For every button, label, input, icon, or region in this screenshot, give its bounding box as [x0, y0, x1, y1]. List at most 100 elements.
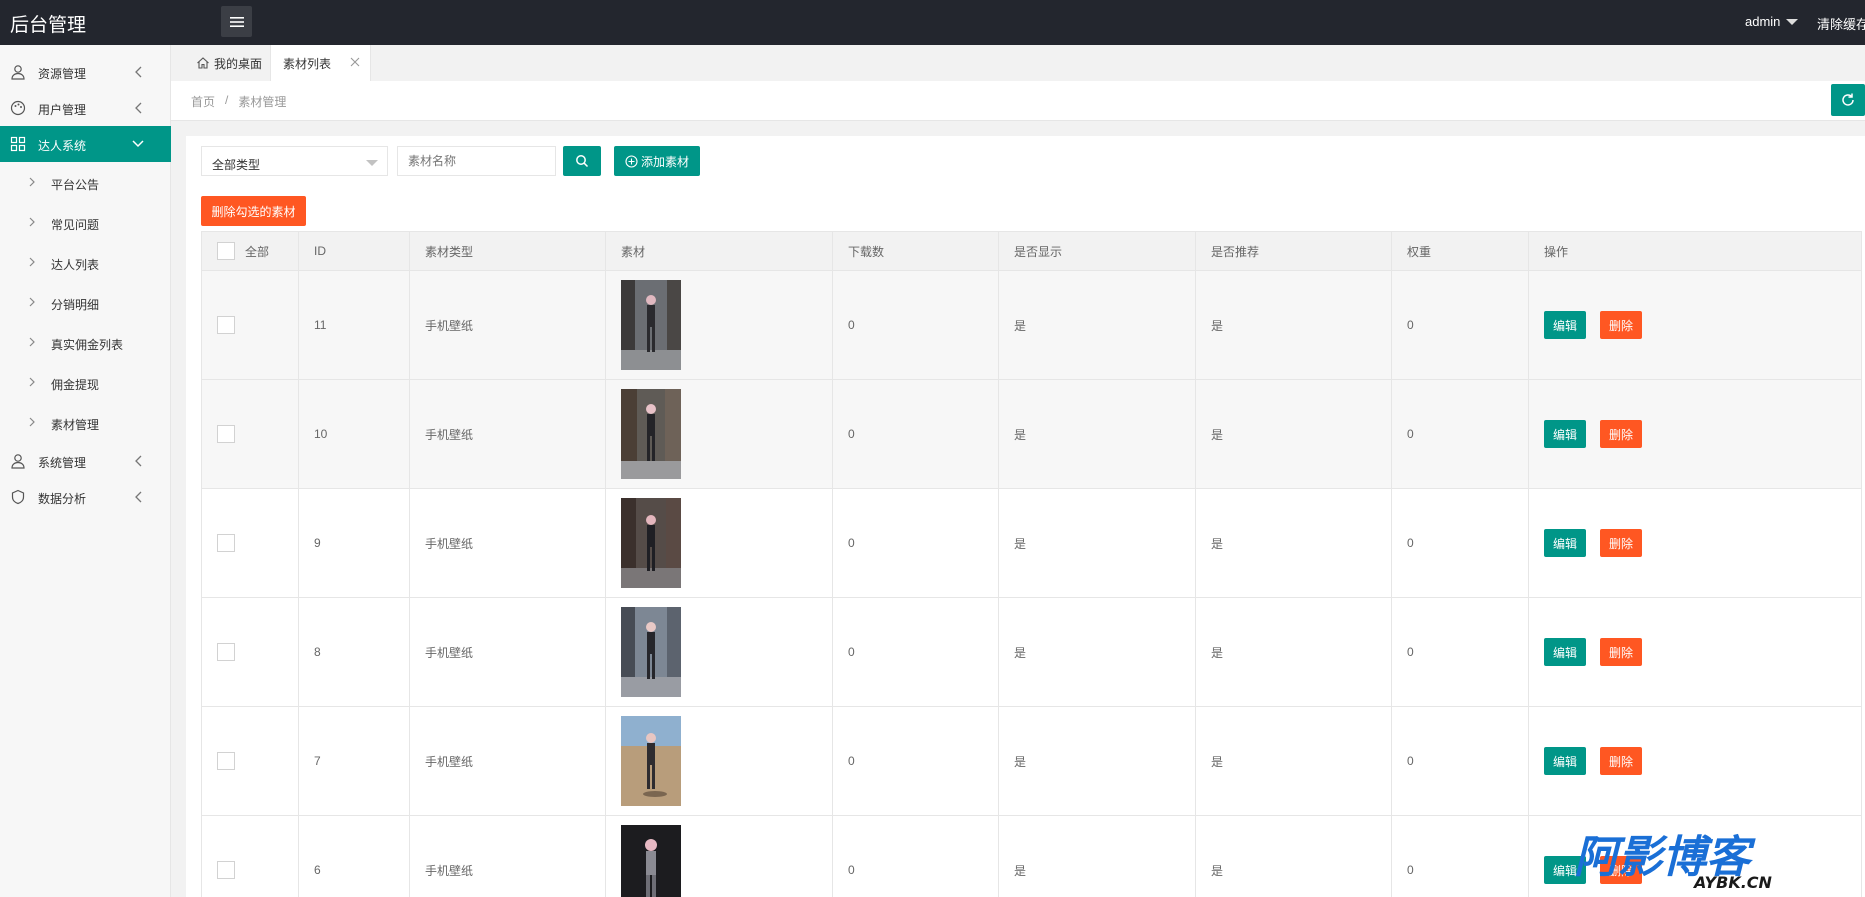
add-material-label: 添加素材 — [640, 154, 689, 169]
row-checkbox[interactable] — [217, 425, 235, 443]
delete-button[interactable]: 删除 — [1600, 311, 1643, 339]
sidebar-item-label: 数据分析 — [38, 492, 87, 506]
material-thumbnail[interactable] — [621, 389, 681, 479]
sidebar-subitem-distribution[interactable]: 分销明细 — [0, 285, 171, 321]
select-all-checkbox[interactable] — [217, 242, 235, 260]
cell-id: 9 — [298, 488, 410, 598]
user-icon — [11, 454, 25, 469]
material-name-input[interactable] — [397, 146, 556, 176]
sidebar-item-label: 资源管理 — [38, 67, 87, 81]
cell-show: 是 — [998, 270, 1196, 380]
app-title: 后台管理 — [10, 15, 87, 36]
table-row: 8 手机壁纸 0 是 是 0 编辑 删除 — [201, 597, 1862, 707]
sidebar-subitem-faq[interactable]: 常见问题 — [0, 205, 171, 241]
row-select-cell — [201, 270, 299, 380]
delete-button[interactable]: 删除 — [1600, 638, 1643, 666]
delete-button[interactable]: 删除 — [1600, 420, 1643, 448]
row-checkbox[interactable] — [217, 861, 235, 879]
refresh-button[interactable] — [1831, 84, 1865, 116]
breadcrumb-home[interactable]: 首页 — [191, 93, 215, 110]
search-icon — [576, 155, 589, 168]
cell-show: 是 — [998, 597, 1196, 707]
cell-downloads: 0 — [832, 597, 999, 707]
material-thumbnail[interactable] — [621, 498, 681, 588]
cell-type: 手机壁纸 — [409, 379, 606, 489]
cell-material — [605, 706, 833, 816]
sidebar-item-analytics[interactable]: 数据分析 — [0, 479, 171, 515]
edit-button[interactable]: 编辑 — [1544, 420, 1587, 448]
content-card: 全部类型 添加素材 删除勾选的素材 全部 ID 素材类型 素材 下载数 是否显示… — [186, 136, 1865, 897]
delete-button[interactable]: 删除 — [1600, 529, 1643, 557]
delete-button[interactable]: 删除 — [1600, 747, 1643, 775]
cell-weight: 0 — [1391, 488, 1529, 598]
sidebar-subitem-withdraw[interactable]: 佣金提现 — [0, 365, 171, 401]
edit-button[interactable]: 编辑 — [1544, 529, 1587, 557]
edit-button[interactable]: 编辑 — [1544, 638, 1587, 666]
top-header: 后台管理 admin 清除缓存 — [0, 0, 1865, 45]
sidebar-subitem-materials[interactable]: 素材管理 — [0, 405, 171, 441]
dropdown-arrow-icon — [366, 160, 378, 166]
sidebar-item-users[interactable]: 用户管理 — [0, 90, 171, 126]
clear-cache-link[interactable]: 清除缓存 — [1817, 14, 1865, 33]
cell-material — [605, 597, 833, 707]
materials-table: 全部 ID 素材类型 素材 下载数 是否显示 是否推荐 权重 操作 11 手机壁… — [201, 231, 1862, 897]
material-thumbnail[interactable] — [621, 825, 681, 897]
breadcrumb: 首页 / 素材管理 — [191, 93, 286, 110]
material-thumbnail[interactable] — [621, 280, 681, 370]
table-row: 7 手机壁纸 0 是 是 0 编辑 删除 — [201, 706, 1862, 816]
cell-show: 是 — [998, 815, 1196, 897]
cell-id: 7 — [298, 706, 410, 816]
row-checkbox[interactable] — [217, 316, 235, 334]
user-icon — [11, 65, 25, 80]
cell-actions: 编辑 删除 — [1528, 488, 1862, 598]
watermark-sub: AYBK.CN — [1692, 873, 1773, 892]
palette-icon — [10, 100, 26, 116]
cell-downloads: 0 — [832, 706, 999, 816]
table-row: 9 手机壁纸 0 是 是 0 编辑 删除 — [201, 488, 1862, 598]
user-menu[interactable]: admin — [1745, 14, 1799, 29]
cell-recommend: 是 — [1195, 488, 1392, 598]
chevron-right-icon — [29, 337, 35, 347]
cell-id: 8 — [298, 597, 410, 707]
cell-show: 是 — [998, 488, 1196, 598]
chevron-down-icon — [132, 140, 144, 148]
type-select[interactable]: 全部类型 — [201, 146, 388, 176]
header-show: 是否显示 — [998, 231, 1196, 271]
edit-button[interactable]: 编辑 — [1544, 311, 1587, 339]
home-icon — [197, 57, 209, 69]
sidebar-item-resource[interactable]: 资源管理 — [0, 54, 171, 90]
search-button[interactable] — [563, 146, 601, 176]
sidebar-subitem-commission-list[interactable]: 真实佣金列表 — [0, 325, 171, 361]
material-thumbnail[interactable] — [621, 607, 681, 697]
delete-selected-button[interactable]: 删除勾选的素材 — [201, 196, 306, 226]
header-recommend: 是否推荐 — [1195, 231, 1392, 271]
tab-materials[interactable]: 素材列表 — [270, 45, 371, 81]
material-thumbnail[interactable] — [621, 716, 681, 806]
header-select-all: 全部 — [201, 231, 299, 271]
shield-icon — [11, 489, 25, 505]
sidebar-subitem-announcements[interactable]: 平台公告 — [0, 165, 171, 201]
row-checkbox[interactable] — [217, 752, 235, 770]
sidebar-subitem-label: 素材管理 — [51, 418, 100, 432]
cell-recommend: 是 — [1195, 379, 1392, 489]
sidebar-item-system[interactable]: 系统管理 — [0, 443, 171, 479]
add-material-button[interactable]: 添加素材 — [614, 146, 700, 176]
cell-weight: 0 — [1391, 379, 1529, 489]
table-row: 10 手机壁纸 0 是 是 0 编辑 删除 — [201, 379, 1862, 489]
header-id: ID — [298, 231, 410, 271]
tab-home[interactable]: 我的桌面 — [186, 45, 270, 81]
tab-label: 素材列表 — [283, 56, 332, 71]
close-icon[interactable] — [349, 56, 361, 68]
sidebar-subitem-talent-list[interactable]: 达人列表 — [0, 245, 171, 281]
sidebar-item-talent-system[interactable]: 达人系统 — [0, 126, 171, 162]
sidebar-item-label: 系统管理 — [38, 456, 87, 470]
edit-button[interactable]: 编辑 — [1544, 747, 1587, 775]
sidebar-subitem-label: 真实佣金列表 — [51, 338, 124, 352]
menu-toggle-button[interactable] — [221, 6, 252, 37]
chevron-left-icon — [135, 102, 142, 114]
row-checkbox[interactable] — [217, 643, 235, 661]
row-checkbox[interactable] — [217, 534, 235, 552]
sidebar-subitem-label: 佣金提现 — [51, 378, 100, 392]
chevron-right-icon — [29, 217, 35, 227]
cell-recommend: 是 — [1195, 270, 1392, 380]
